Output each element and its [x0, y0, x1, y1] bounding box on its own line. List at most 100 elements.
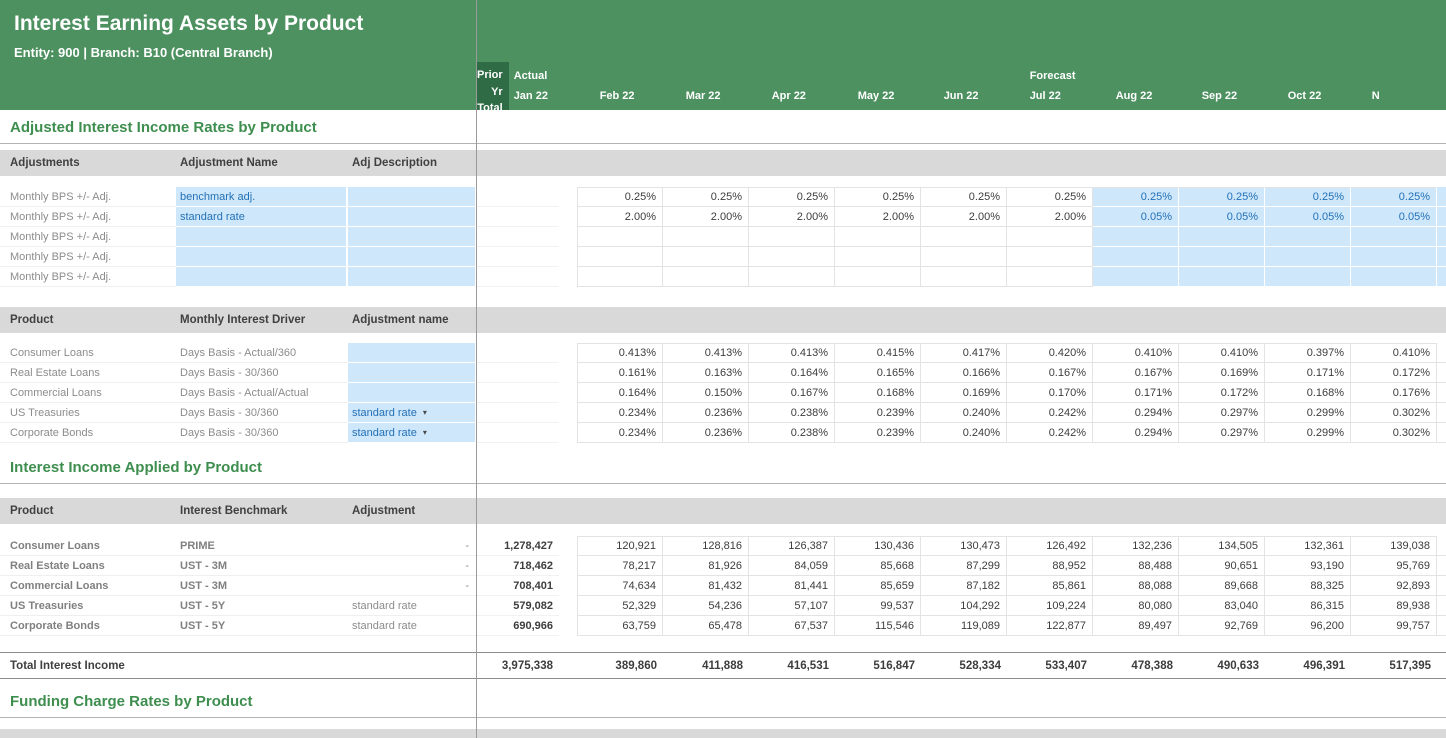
- period-group-label: [1116, 70, 1197, 86]
- clipped-cell: [1437, 383, 1446, 403]
- adjustment-select[interactable]: [348, 383, 477, 403]
- forecast-value-input[interactable]: [1351, 247, 1437, 267]
- forecast-value-input[interactable]: 0.25%: [1351, 187, 1437, 207]
- rate-cell: 0.417%: [921, 343, 1007, 363]
- rate-cell: 0.240%: [921, 423, 1007, 443]
- adjustment-name-input[interactable]: [176, 227, 348, 247]
- prior-year-total-cell: 708,401: [477, 576, 559, 596]
- forecast-value-input[interactable]: 0.25%: [1179, 187, 1265, 207]
- income-row: Real Estate Loans UST - 3M - 718,462 78,…: [0, 556, 1446, 576]
- forecast-value-input[interactable]: [1265, 247, 1351, 267]
- interest-driver-label: Days Basis - 30/360: [176, 363, 348, 383]
- forecast-value-input[interactable]: [1351, 227, 1437, 247]
- month-column-header: ForecastJul 22: [1025, 62, 1111, 110]
- total-month-cell: 528,334: [921, 660, 1007, 672]
- month-label: Jan 22: [514, 90, 595, 103]
- forecast-value-input[interactable]: 0.05%: [1265, 207, 1351, 227]
- month-label: Jun 22: [944, 90, 1025, 103]
- income-cell: 92,769: [1179, 616, 1265, 636]
- total-month-cell: 517,395: [1351, 660, 1437, 672]
- adjustment-select[interactable]: standard rate ▾: [348, 423, 477, 443]
- benchmark-label: PRIME: [176, 536, 348, 556]
- forecast-value-input[interactable]: [1093, 267, 1179, 287]
- rate-cell: 0.234%: [577, 403, 663, 423]
- income-cell: 88,088: [1093, 576, 1179, 596]
- forecast-value-input[interactable]: 0.05%: [1093, 207, 1179, 227]
- column-gap: [559, 536, 577, 556]
- month-column-header: Sep 22: [1197, 62, 1283, 110]
- interest-driver-label: Days Basis - Actual/Actual: [176, 383, 348, 403]
- income-cell: 85,861: [1007, 576, 1093, 596]
- adjustment-name-input[interactable]: standard rate: [176, 207, 348, 227]
- income-cell: 81,441: [749, 576, 835, 596]
- forecast-value-input[interactable]: [1179, 267, 1265, 287]
- rate-cell: 0.168%: [1265, 383, 1351, 403]
- forecast-value-input[interactable]: [1351, 267, 1437, 287]
- adjustment-description-input[interactable]: [348, 267, 477, 287]
- total-interest-income-row: Total Interest Income 3,975,338 389,860 …: [0, 652, 1446, 679]
- forecast-value-input[interactable]: [1179, 227, 1265, 247]
- rate-cell: 0.176%: [1351, 383, 1437, 403]
- forecast-value-input[interactable]: 0.25%: [1093, 187, 1179, 207]
- rate-cell: 0.236%: [663, 403, 749, 423]
- adjustment-name-input[interactable]: benchmark adj.: [176, 187, 348, 207]
- total-month-cell: 389,860: [577, 660, 663, 672]
- month-column-header: Jun 22: [939, 62, 1025, 110]
- prior-year-header-line2: Total: [477, 100, 503, 117]
- column-gap: [559, 596, 577, 616]
- forecast-value-input[interactable]: [1093, 227, 1179, 247]
- month-label: Aug 22: [1116, 90, 1197, 103]
- prior-year-cell: [477, 207, 559, 227]
- income-adjustment-label: -: [348, 576, 477, 596]
- actual-value-cell: 0.25%: [835, 187, 921, 207]
- prior-year-cell: [477, 423, 559, 443]
- month-label: Oct 22: [1288, 90, 1369, 103]
- col-header-adjustment-name: Adjustment name: [348, 314, 477, 326]
- actual-value-cell: [663, 227, 749, 247]
- adjustment-description-input[interactable]: [348, 247, 477, 267]
- adjustment-name-input[interactable]: [176, 267, 348, 287]
- rate-cell: 0.297%: [1179, 423, 1265, 443]
- clipped-cell: [1437, 227, 1446, 247]
- income-cell: 134,505: [1179, 536, 1265, 556]
- adjustment-select[interactable]: [348, 343, 477, 363]
- adjustment-description-input[interactable]: [348, 207, 477, 227]
- adjustment-select[interactable]: [348, 363, 477, 383]
- forecast-value-input[interactable]: [1093, 247, 1179, 267]
- income-cell: 99,537: [835, 596, 921, 616]
- rate-cell: 0.299%: [1265, 403, 1351, 423]
- income-cell: 122,877: [1007, 616, 1093, 636]
- product-label: Corporate Bonds: [0, 616, 176, 636]
- adjustment-description-input[interactable]: [348, 227, 477, 247]
- income-cell: 126,387: [749, 536, 835, 556]
- section-title-adjusted-rates: Adjusted Interest Income Rates by Produc…: [0, 110, 1446, 144]
- rate-cell: 0.163%: [663, 363, 749, 383]
- adjustment-row: Monthly BPS +/- Adj. benchmark adj. 0.25…: [0, 187, 1446, 207]
- adjustment-row: Monthly BPS +/- Adj. standard rate 2.00%…: [0, 207, 1446, 227]
- forecast-value-input[interactable]: [1265, 267, 1351, 287]
- col-header-adj-description: Adj Description: [348, 157, 477, 169]
- adjustment-type-label: Monthly BPS +/- Adj.: [0, 207, 176, 227]
- adjustment-select[interactable]: standard rate ▾: [348, 403, 477, 423]
- rate-cell: 0.169%: [921, 383, 1007, 403]
- forecast-value-input[interactable]: 0.05%: [1179, 207, 1265, 227]
- product-label: Commercial Loans: [0, 576, 176, 596]
- column-gap: [559, 343, 577, 363]
- actual-value-cell: [749, 227, 835, 247]
- adjustment-description-input[interactable]: [348, 187, 477, 207]
- income-row: US Treasuries UST - 5Y standard rate 579…: [0, 596, 1446, 616]
- period-group-label: [686, 70, 767, 86]
- income-cell: 88,325: [1265, 576, 1351, 596]
- forecast-value-input[interactable]: [1265, 227, 1351, 247]
- product-rate-row: Corporate Bonds Days Basis - 30/360 stan…: [0, 423, 1446, 443]
- forecast-value-input[interactable]: 0.05%: [1351, 207, 1437, 227]
- forecast-value-input[interactable]: [1179, 247, 1265, 267]
- income-cell: 52,329: [577, 596, 663, 616]
- rate-cell: 0.172%: [1351, 363, 1437, 383]
- adjustment-name-input[interactable]: [176, 247, 348, 267]
- forecast-value-input[interactable]: 0.25%: [1265, 187, 1351, 207]
- income-cell: 132,236: [1093, 536, 1179, 556]
- adjustment-type-label: Monthly BPS +/- Adj.: [0, 187, 176, 207]
- clipped-cell: [1437, 576, 1446, 596]
- period-group-label: [1202, 70, 1283, 86]
